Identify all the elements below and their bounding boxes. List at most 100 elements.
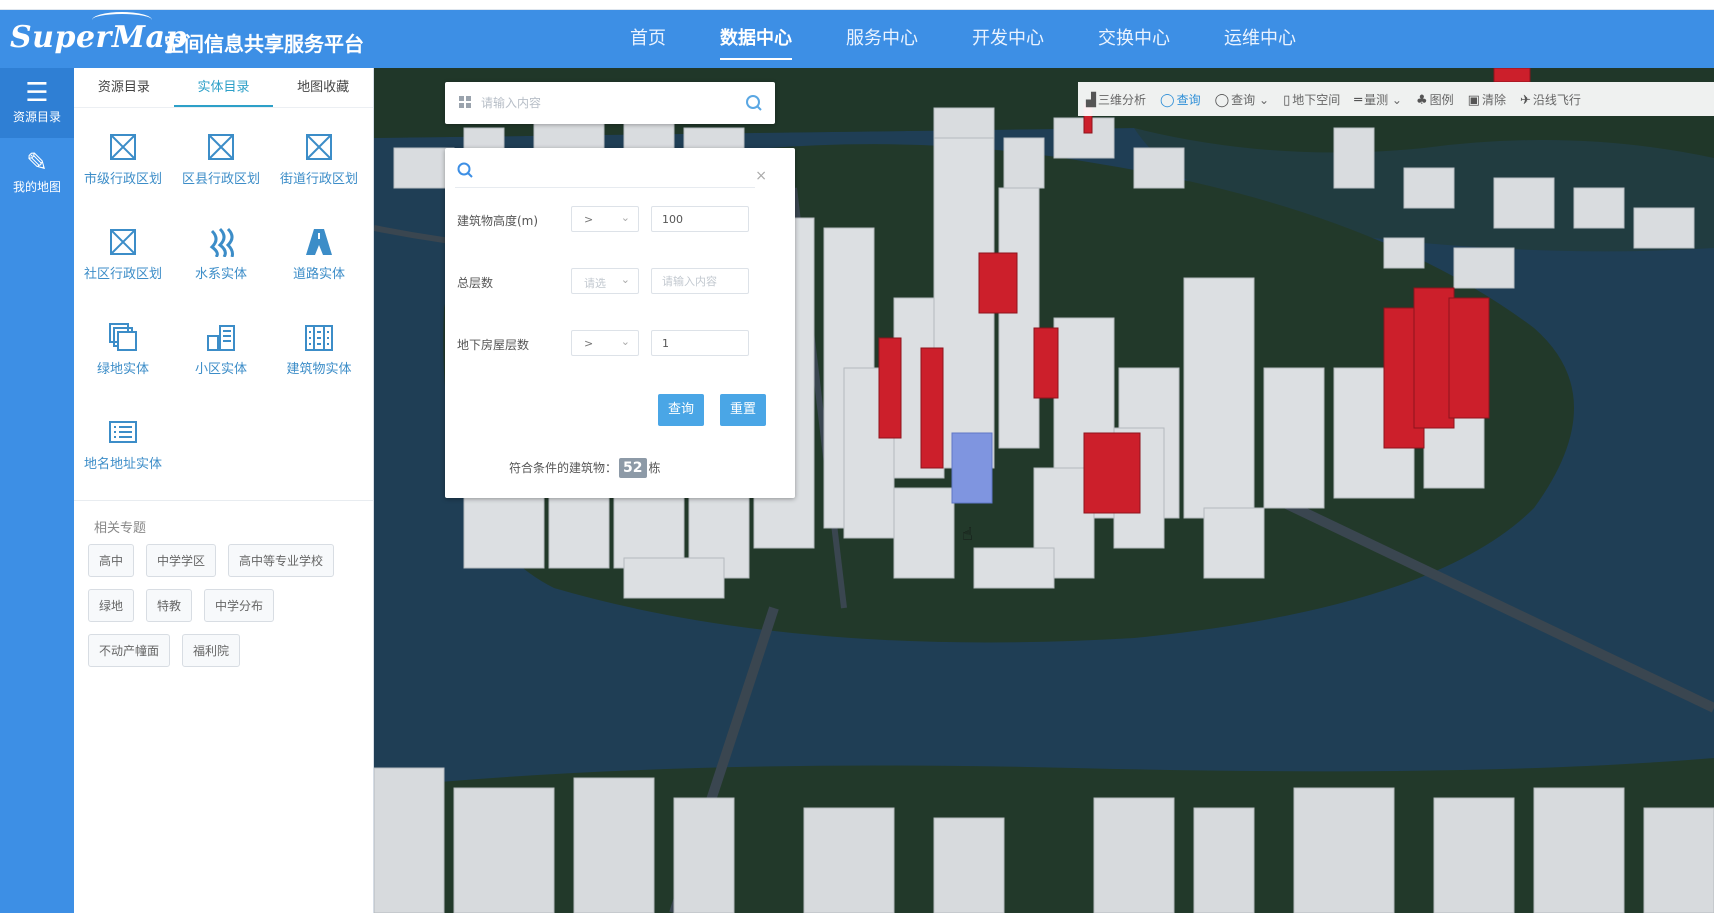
close-icon[interactable]: ×: [755, 168, 767, 184]
entity-label: 市级行政区划: [83, 172, 162, 187]
logo-swoosh: [92, 12, 152, 28]
entity-city-district[interactable]: 市级行政区划: [74, 118, 172, 213]
tool-3d-analysis[interactable]: ▟ 三维分析: [1086, 91, 1146, 108]
entity-label: 绿地实体: [96, 362, 149, 377]
underground-value-input[interactable]: [651, 330, 749, 356]
terrain-icon: ▟: [1086, 92, 1096, 108]
topic-chip[interactable]: 中学分布: [204, 589, 275, 622]
chevron-down-icon: ⌄: [1391, 92, 1402, 107]
tab-entity-catalog[interactable]: 实体目录: [173, 68, 274, 107]
residential-icon: [207, 325, 235, 351]
entity-label: 道路实体: [292, 267, 345, 282]
tool-label: 清除: [1481, 92, 1506, 107]
trash-icon: ▣: [1467, 92, 1480, 108]
topic-chip[interactable]: 福利院: [182, 634, 241, 667]
app-header: SuperMap 空间信息共享服务平台 首页 数据中心 服务中心 开发中心 交换…: [0, 10, 1714, 68]
tool-label: 量测: [1364, 92, 1389, 107]
nav-home[interactable]: 首页: [630, 10, 666, 68]
nav-dev-center[interactable]: 开发中心: [972, 10, 1044, 68]
topic-chip[interactable]: 绿地: [88, 589, 135, 622]
chevron-down-icon: ⌄: [620, 211, 630, 224]
tool-label: 地下空间: [1292, 92, 1341, 107]
nav-data-center[interactable]: 数据中心: [720, 10, 792, 68]
tool-measure[interactable]: ═ 量测 ⌄: [1354, 91, 1402, 108]
hand-cursor-icon: ☝: [962, 524, 973, 545]
water-icon: [209, 227, 234, 257]
related-topics-title: 相关专题: [94, 521, 147, 536]
legend-icon: ♣: [1415, 92, 1428, 108]
query-label: 地下房屋层数: [457, 338, 530, 352]
rail-item-label: 我的地图: [12, 180, 61, 194]
topic-chip[interactable]: 不动产幢面: [88, 634, 171, 667]
rail-item-label: 资源目录: [12, 110, 61, 124]
topic-chip[interactable]: 中学学区: [146, 544, 217, 577]
operator-select[interactable]: > ⌄: [571, 206, 639, 232]
tool-flight[interactable]: ✈ 沿线飞行: [1520, 91, 1581, 108]
operator-value: >: [584, 337, 594, 350]
building-icon: [305, 325, 333, 351]
list-icon: ☰: [25, 78, 49, 108]
building-query-panel: × 建筑物高度(m) >⌄ 总层数 请选⌄ 地下房屋层数 >⌄ 查询 重置 符合…: [445, 148, 795, 498]
result-prefix: 符合条件的建筑物：: [509, 461, 618, 475]
entity-community-district[interactable]: 社区行政区划: [74, 213, 172, 308]
rail-item-my-map[interactable]: ✎ 我的地图: [0, 138, 74, 208]
entity-grid: 市级行政区划 区县行政区划 街道行政区划 社区行政区划 水系实体 道路实体 绿地…: [74, 108, 373, 498]
map-search-box: [445, 82, 775, 124]
related-topic-chips: 高中 中学学区 高中等专业学校 绿地 特教 中学分布 不动产幢面 福利院: [74, 536, 373, 679]
road-icon: [306, 229, 332, 255]
search-icon: ◯: [1214, 92, 1230, 108]
grid-icon: [459, 96, 471, 108]
tool-clear[interactable]: ▣ 清除: [1468, 91, 1506, 108]
nav-ops-center[interactable]: 运维中心: [1224, 10, 1296, 68]
search-icon[interactable]: [745, 94, 763, 112]
operator-value: 请选: [584, 277, 606, 290]
query-row-floors: 总层数 请选 ⌄: [457, 268, 777, 296]
tool-label: 图例: [1429, 92, 1454, 107]
entity-label: 地名地址实体: [83, 457, 162, 472]
tool-query[interactable]: ◯ 查询: [1160, 91, 1201, 108]
entity-county-district[interactable]: 区县行政区划: [172, 118, 270, 213]
entity-label: 区县行政区划: [181, 172, 260, 187]
entity-label: 水系实体: [194, 267, 247, 282]
topic-chip[interactable]: 高中: [88, 544, 135, 577]
query-label: 总层数: [457, 276, 494, 290]
entity-water[interactable]: 水系实体: [172, 213, 270, 308]
boundary-icon: [110, 229, 136, 255]
tool-legend[interactable]: ♣ 图例: [1416, 91, 1454, 108]
entity-residential[interactable]: 小区实体: [172, 308, 270, 403]
query-button[interactable]: 查询: [658, 394, 705, 426]
chevron-down-icon: ⌄: [620, 335, 630, 348]
tab-map-favorites[interactable]: 地图收藏: [273, 68, 373, 107]
tool-label: 查询: [1176, 92, 1201, 107]
entity-building[interactable]: 建筑物实体: [270, 308, 368, 403]
tab-resource-catalog[interactable]: 资源目录: [74, 68, 174, 107]
underground-icon: ▯: [1283, 92, 1291, 108]
entity-greenland[interactable]: 绿地实体: [74, 308, 172, 403]
floors-value-input[interactable]: [651, 268, 749, 294]
entity-label: 小区实体: [194, 362, 247, 377]
nav-service-center[interactable]: 服务中心: [846, 10, 918, 68]
topic-chip[interactable]: 高中等专业学校: [228, 544, 335, 577]
tool-query-dropdown[interactable]: ◯ 查询 ⌄: [1215, 91, 1269, 108]
browser-top-strip: [0, 0, 1714, 10]
query-header: [455, 158, 755, 188]
reset-button[interactable]: 重置: [720, 394, 767, 426]
operator-select[interactable]: 请选 ⌄: [571, 268, 639, 294]
result-suffix: 栋: [648, 461, 661, 475]
tool-label: 沿线飞行: [1532, 92, 1581, 107]
left-icon-rail: ☰ 资源目录 ✎ 我的地图: [0, 68, 74, 913]
map-search-input[interactable]: [481, 92, 731, 114]
query-label: 建筑物高度(m): [457, 214, 539, 228]
nav-exchange-center[interactable]: 交换中心: [1098, 10, 1170, 68]
topic-chip[interactable]: 特教: [146, 589, 193, 622]
rail-item-resource-catalog[interactable]: ☰ 资源目录: [0, 68, 74, 138]
entity-address[interactable]: 地名地址实体: [74, 403, 172, 498]
entity-street-district[interactable]: 街道行政区划: [270, 118, 368, 213]
height-value-input[interactable]: [651, 206, 749, 232]
boundary-icon: [208, 134, 234, 160]
tool-underground[interactable]: ▯ 地下空间: [1283, 91, 1340, 108]
operator-select[interactable]: > ⌄: [571, 330, 639, 356]
layers-icon: [109, 323, 137, 351]
boundary-icon: [110, 134, 136, 160]
entity-road[interactable]: 道路实体: [270, 213, 368, 308]
